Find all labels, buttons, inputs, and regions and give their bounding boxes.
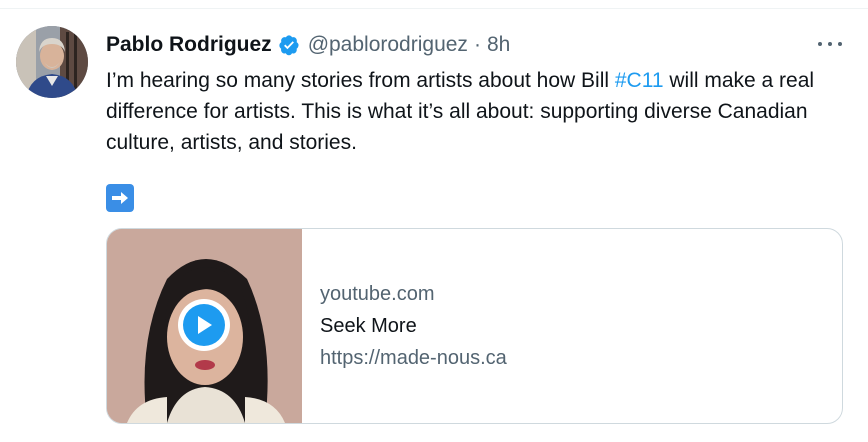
- author-name[interactable]: Pablo Rodriguez: [106, 33, 272, 57]
- play-icon: [183, 304, 225, 346]
- card-domain: youtube.com: [320, 283, 435, 305]
- tweet-text-before: I’m hearing so many stories from artists…: [106, 69, 615, 92]
- avatar-image: [16, 26, 88, 98]
- tweet-header: Pablo Rodriguez @pablorodriguez · 8h: [106, 30, 510, 60]
- video-thumbnail[interactable]: [107, 229, 302, 423]
- card-url: https://made-nous.ca: [320, 347, 507, 369]
- hashtag-link[interactable]: #C11: [615, 69, 664, 92]
- timestamp[interactable]: 8h: [487, 33, 510, 57]
- right-arrow-emoji: [106, 184, 134, 212]
- verified-badge-icon: [279, 35, 299, 56]
- author-handle[interactable]: @pablorodriguez: [308, 33, 468, 57]
- avatar[interactable]: [16, 26, 88, 98]
- card-body[interactable]: youtube.com Seek More https://made-nous.…: [302, 229, 507, 423]
- separator-dot: ·: [473, 33, 481, 56]
- play-button[interactable]: [178, 299, 230, 351]
- card-title: Seek More: [320, 315, 417, 337]
- tweet[interactable]: Pablo Rodriguez @pablorodriguez · 8h I’m…: [0, 9, 868, 442]
- tweet-text: I’m hearing so many stories from artists…: [106, 65, 846, 158]
- link-preview-card[interactable]: youtube.com Seek More https://made-nous.…: [106, 228, 843, 424]
- more-options-icon[interactable]: [818, 34, 842, 54]
